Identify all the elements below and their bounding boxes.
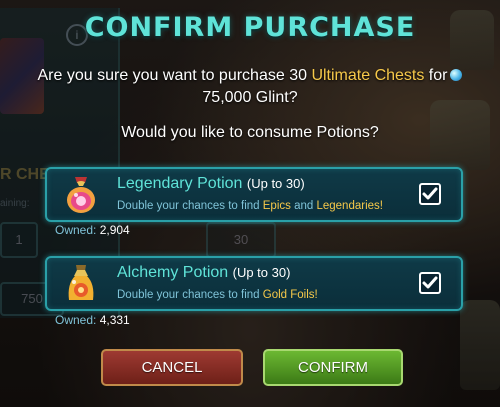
owned-count: 4,331 [99,313,130,327]
dialog-title: CONFIRM PURCHASE [84,12,416,43]
desc-highlight-legendaries: Legendaries! [316,200,383,212]
question-mid: for [424,67,448,84]
owned-label: Owned: [55,223,97,237]
potion-title: Alchemy Potion [117,264,229,281]
glint-icon [450,69,463,81]
desc-prefix: Double your chances to find [117,289,263,301]
alchemy-owned: Owned: 4,331 [55,313,130,327]
alchemy-potion-card[interactable]: Alchemy Potion (Up to 30) Double your ch… [45,256,463,311]
item-name: Ultimate Chests [311,67,425,84]
desc-prefix: Double your chances to find [117,200,263,212]
legendary-owned: Owned: 2,904 [55,223,130,237]
legendary-potion-checkbox[interactable] [419,183,441,205]
legendary-potion-icon [67,177,95,213]
potion-limit: (Up to 30) [232,265,291,280]
cancel-button[interactable]: CANCEL [101,349,243,386]
potion-limit: (Up to 30) [246,176,305,191]
desc-and: and [290,200,317,212]
alchemy-potion-checkbox[interactable] [419,272,441,294]
potion-description: Double your chances to find Epics and Le… [117,200,383,212]
owned-label: Owned: [55,313,97,327]
question-prefix: Are you sure you want to purchase 30 [37,67,312,84]
alchemy-potion-icon [68,265,94,300]
confirm-button[interactable]: CONFIRM [263,349,403,386]
checkmark-icon [422,276,438,289]
purchase-question: Are you sure you want to purchase 30 Ult… [0,65,500,109]
legendary-potion-card[interactable]: Legendary Potion (Up to 30) Double your … [45,167,463,222]
potion-description: Double your chances to find Gold Foils! [117,289,318,301]
price-text: 75,000 Glint? [202,89,298,106]
consume-prompt: Would you like to consume Potions? [121,124,379,141]
desc-highlight-epics: Epics [262,200,291,212]
potion-title: Legendary Potion [117,175,243,192]
potion-name: Legendary Potion (Up to 30) [117,175,305,193]
checkmark-icon [422,187,438,200]
owned-count: 2,904 [99,223,130,237]
desc-highlight-gold-foils: Gold Foils! [262,289,318,301]
potion-name: Alchemy Potion (Up to 30) [117,264,290,282]
